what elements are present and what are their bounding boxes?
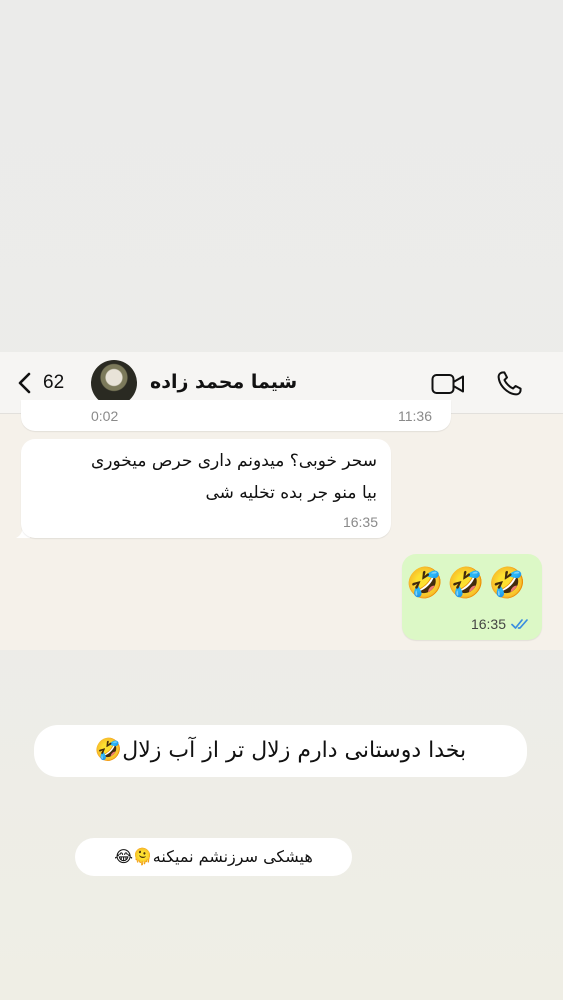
video-call-icon[interactable] xyxy=(431,373,465,395)
unread-count[interactable]: 62 xyxy=(43,372,64,394)
message-time: 11:36 xyxy=(398,408,432,424)
message-emoji: 🤣🤣🤣 xyxy=(405,566,530,601)
incoming-message-bubble[interactable]: سحر خوبی؟ میدونم داری حرص میخوری بیا منو… xyxy=(21,439,391,538)
story-caption: هیشکی سرزنشم نمیکنه🫠😂 xyxy=(75,838,352,876)
outgoing-message-bubble[interactable]: 🤣🤣🤣 16:35 xyxy=(402,554,542,640)
voice-duration: 0:02 xyxy=(91,408,119,424)
message-text-line: بیا منو جر بده تخلیه شی xyxy=(205,483,377,503)
contact-name[interactable]: شیما محمد زاده xyxy=(150,371,297,393)
partial-message-bubble[interactable] xyxy=(21,400,451,431)
message-time: 16:35 xyxy=(470,616,506,632)
double-check-icon xyxy=(511,619,528,629)
story-caption: بخدا دوستانی دارم زلال تر از آب زلال🤣 xyxy=(34,725,527,777)
chevron-left-icon[interactable] xyxy=(14,371,36,395)
message-time: 16:35 xyxy=(342,514,378,530)
phone-icon[interactable] xyxy=(496,370,523,397)
message-text-line: سحر خوبی؟ میدونم داری حرص میخوری xyxy=(90,451,377,471)
